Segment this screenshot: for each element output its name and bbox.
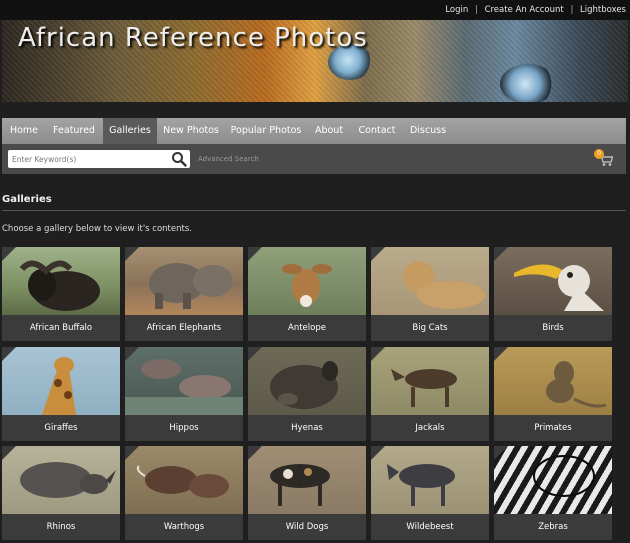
gallery-label[interactable]: African Elephants [125,315,243,341]
gallery-card-birds[interactable]: Birds [494,247,612,341]
gallery-card-zebras[interactable]: Zebras [494,446,612,540]
gallery-label[interactable]: Warthogs [125,514,243,540]
gallery-label[interactable]: Antelope [248,315,366,341]
nav-new-photos[interactable]: New Photos [158,118,224,144]
card-corner [125,247,139,261]
site-title[interactable]: African Reference Photos [18,23,368,53]
card-corner [494,446,508,460]
nav-galleries[interactable]: Galleries [103,118,157,144]
gallery-card-primates[interactable]: Primates [494,347,612,441]
gallery-label[interactable]: Rhinos [2,514,120,540]
card-corner [371,446,385,460]
create-account-link[interactable]: Create An Account [485,5,564,15]
warthogs-image[interactable] [125,446,243,514]
top-bar: Login | Create An Account | Lightboxes [0,0,630,20]
banner-eye-right [500,64,556,102]
gallery-card-hippos[interactable]: Hippos [125,347,243,441]
search-icon[interactable] [171,151,187,167]
gallery-card-jackals[interactable]: Jackals [371,347,489,441]
gallery-label[interactable]: Jackals [371,415,489,441]
lightboxes-link[interactable]: Lightboxes [580,5,626,15]
card-corner [248,446,262,460]
rhinos-image[interactable] [2,446,120,514]
zebras-image[interactable] [494,446,612,514]
wildebeest-image[interactable] [371,446,489,514]
big-cats-image[interactable] [371,247,489,315]
nav-about[interactable]: About [307,118,351,144]
gallery-card-wildebeest[interactable]: Wildebeest [371,446,489,540]
gallery-card-african-elephants[interactable]: African Elephants [125,247,243,341]
search-input[interactable] [12,152,162,166]
cart-button[interactable]: 0 [594,149,614,167]
gallery-card-antelope[interactable]: Antelope [248,247,366,341]
hippos-image[interactable] [125,347,243,415]
primates-image[interactable] [494,347,612,415]
wild-dogs-image[interactable] [248,446,366,514]
gallery-label[interactable]: Giraffes [2,415,120,441]
card-corner [371,247,385,261]
login-link[interactable]: Login [445,5,468,15]
card-corner [494,347,508,361]
gallery-label[interactable]: African Buffalo [2,315,120,341]
gallery-label[interactable]: Big Cats [371,315,489,341]
nav-contact[interactable]: Contact [352,118,402,144]
gallery-card-rhinos[interactable]: Rhinos [2,446,120,540]
nav-home[interactable]: Home [2,118,46,144]
gallery-label[interactable]: Hyenas [248,415,366,441]
gallery-card-big-cats[interactable]: Big Cats [371,247,489,341]
separator: | [570,5,574,15]
buffalo-image[interactable] [2,247,120,315]
card-corner [2,247,16,261]
gallery-card-warthogs[interactable]: Warthogs [125,446,243,540]
birds-image[interactable] [494,247,612,315]
account-links: Login | Create An Account | Lightboxes [445,5,626,15]
page-intro: Choose a gallery below to view it's cont… [2,224,192,234]
gallery-label[interactable]: Wild Dogs [248,514,366,540]
card-corner [248,247,262,261]
main-nav: Home Featured Galleries New Photos Popul… [2,118,626,144]
divider [2,210,626,211]
gallery-card-wild-dogs[interactable]: Wild Dogs [248,446,366,540]
giraffes-image[interactable] [2,347,120,415]
search-box [8,150,190,168]
cart-count-badge: 0 [594,149,604,159]
search-bar: Advanced Search 0 [2,144,626,174]
antelope-image[interactable] [248,247,366,315]
site-banner[interactable]: African Reference Photos [2,20,628,102]
gallery-card-african-buffalo[interactable]: African Buffalo [2,247,120,341]
card-corner [494,247,508,261]
card-corner [2,347,16,361]
gallery-label[interactable]: Wildebeest [371,514,489,540]
card-corner [248,347,262,361]
nav-featured[interactable]: Featured [46,118,102,144]
nav-discuss[interactable]: Discuss [402,118,454,144]
card-corner [2,446,16,460]
gallery-card-giraffes[interactable]: Giraffes [2,347,120,441]
card-corner [125,347,139,361]
separator: | [474,5,478,15]
gallery-label[interactable]: Birds [494,315,612,341]
page-title: Galleries [2,194,52,205]
gallery-label[interactable]: Primates [494,415,612,441]
elephants-image[interactable] [125,247,243,315]
nav-popular-photos[interactable]: Popular Photos [225,118,307,144]
gallery-label[interactable]: Zebras [494,514,612,540]
card-corner [371,347,385,361]
card-corner [125,446,139,460]
advanced-search-link[interactable]: Advanced Search [198,155,259,163]
hyenas-image[interactable] [248,347,366,415]
gallery-label[interactable]: Hippos [125,415,243,441]
jackals-image[interactable] [371,347,489,415]
gallery-card-hyenas[interactable]: Hyenas [248,347,366,441]
